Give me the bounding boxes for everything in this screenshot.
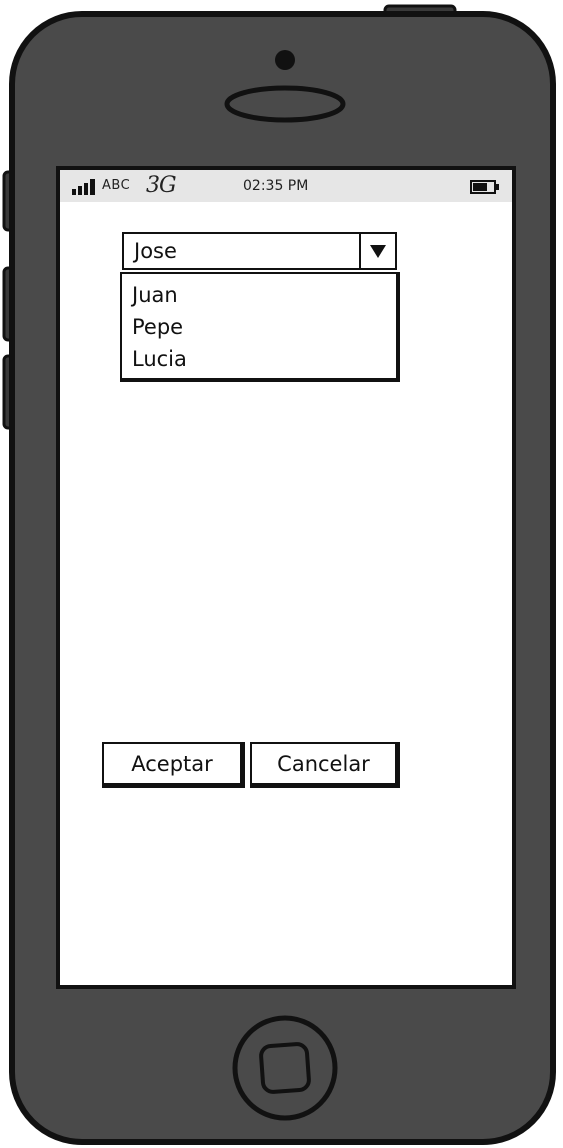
- dropdown-option[interactable]: Juan: [132, 280, 178, 310]
- home-button-icon[interactable]: [232, 1015, 338, 1121]
- battery-icon: [470, 180, 499, 194]
- status-bar: ABC 3G 02:35 PM: [60, 170, 512, 202]
- phone-frame: ABC 3G 02:35 PM Jose Juan Pepe Lucia Ace…: [0, 0, 563, 1148]
- select-value: Jose: [134, 239, 177, 263]
- dropdown-list: Juan Pepe Lucia: [120, 272, 400, 382]
- accept-button[interactable]: Aceptar: [102, 742, 245, 788]
- front-camera-icon: [275, 50, 295, 70]
- status-time: 02:35 PM: [243, 178, 309, 194]
- network-label: 3G: [146, 173, 177, 198]
- name-select[interactable]: Jose: [122, 232, 397, 270]
- dropdown-option[interactable]: Lucia: [132, 344, 187, 374]
- cancel-button[interactable]: Cancelar: [250, 742, 400, 788]
- select-toggle[interactable]: [359, 234, 395, 268]
- carrier-label: ABC: [102, 178, 131, 193]
- signal-bars-icon: [72, 179, 95, 195]
- dropdown-option[interactable]: Pepe: [132, 312, 183, 342]
- phone-screen: ABC 3G 02:35 PM Jose Juan Pepe Lucia Ace…: [60, 170, 512, 985]
- dropdown-arrow-icon: [370, 245, 386, 258]
